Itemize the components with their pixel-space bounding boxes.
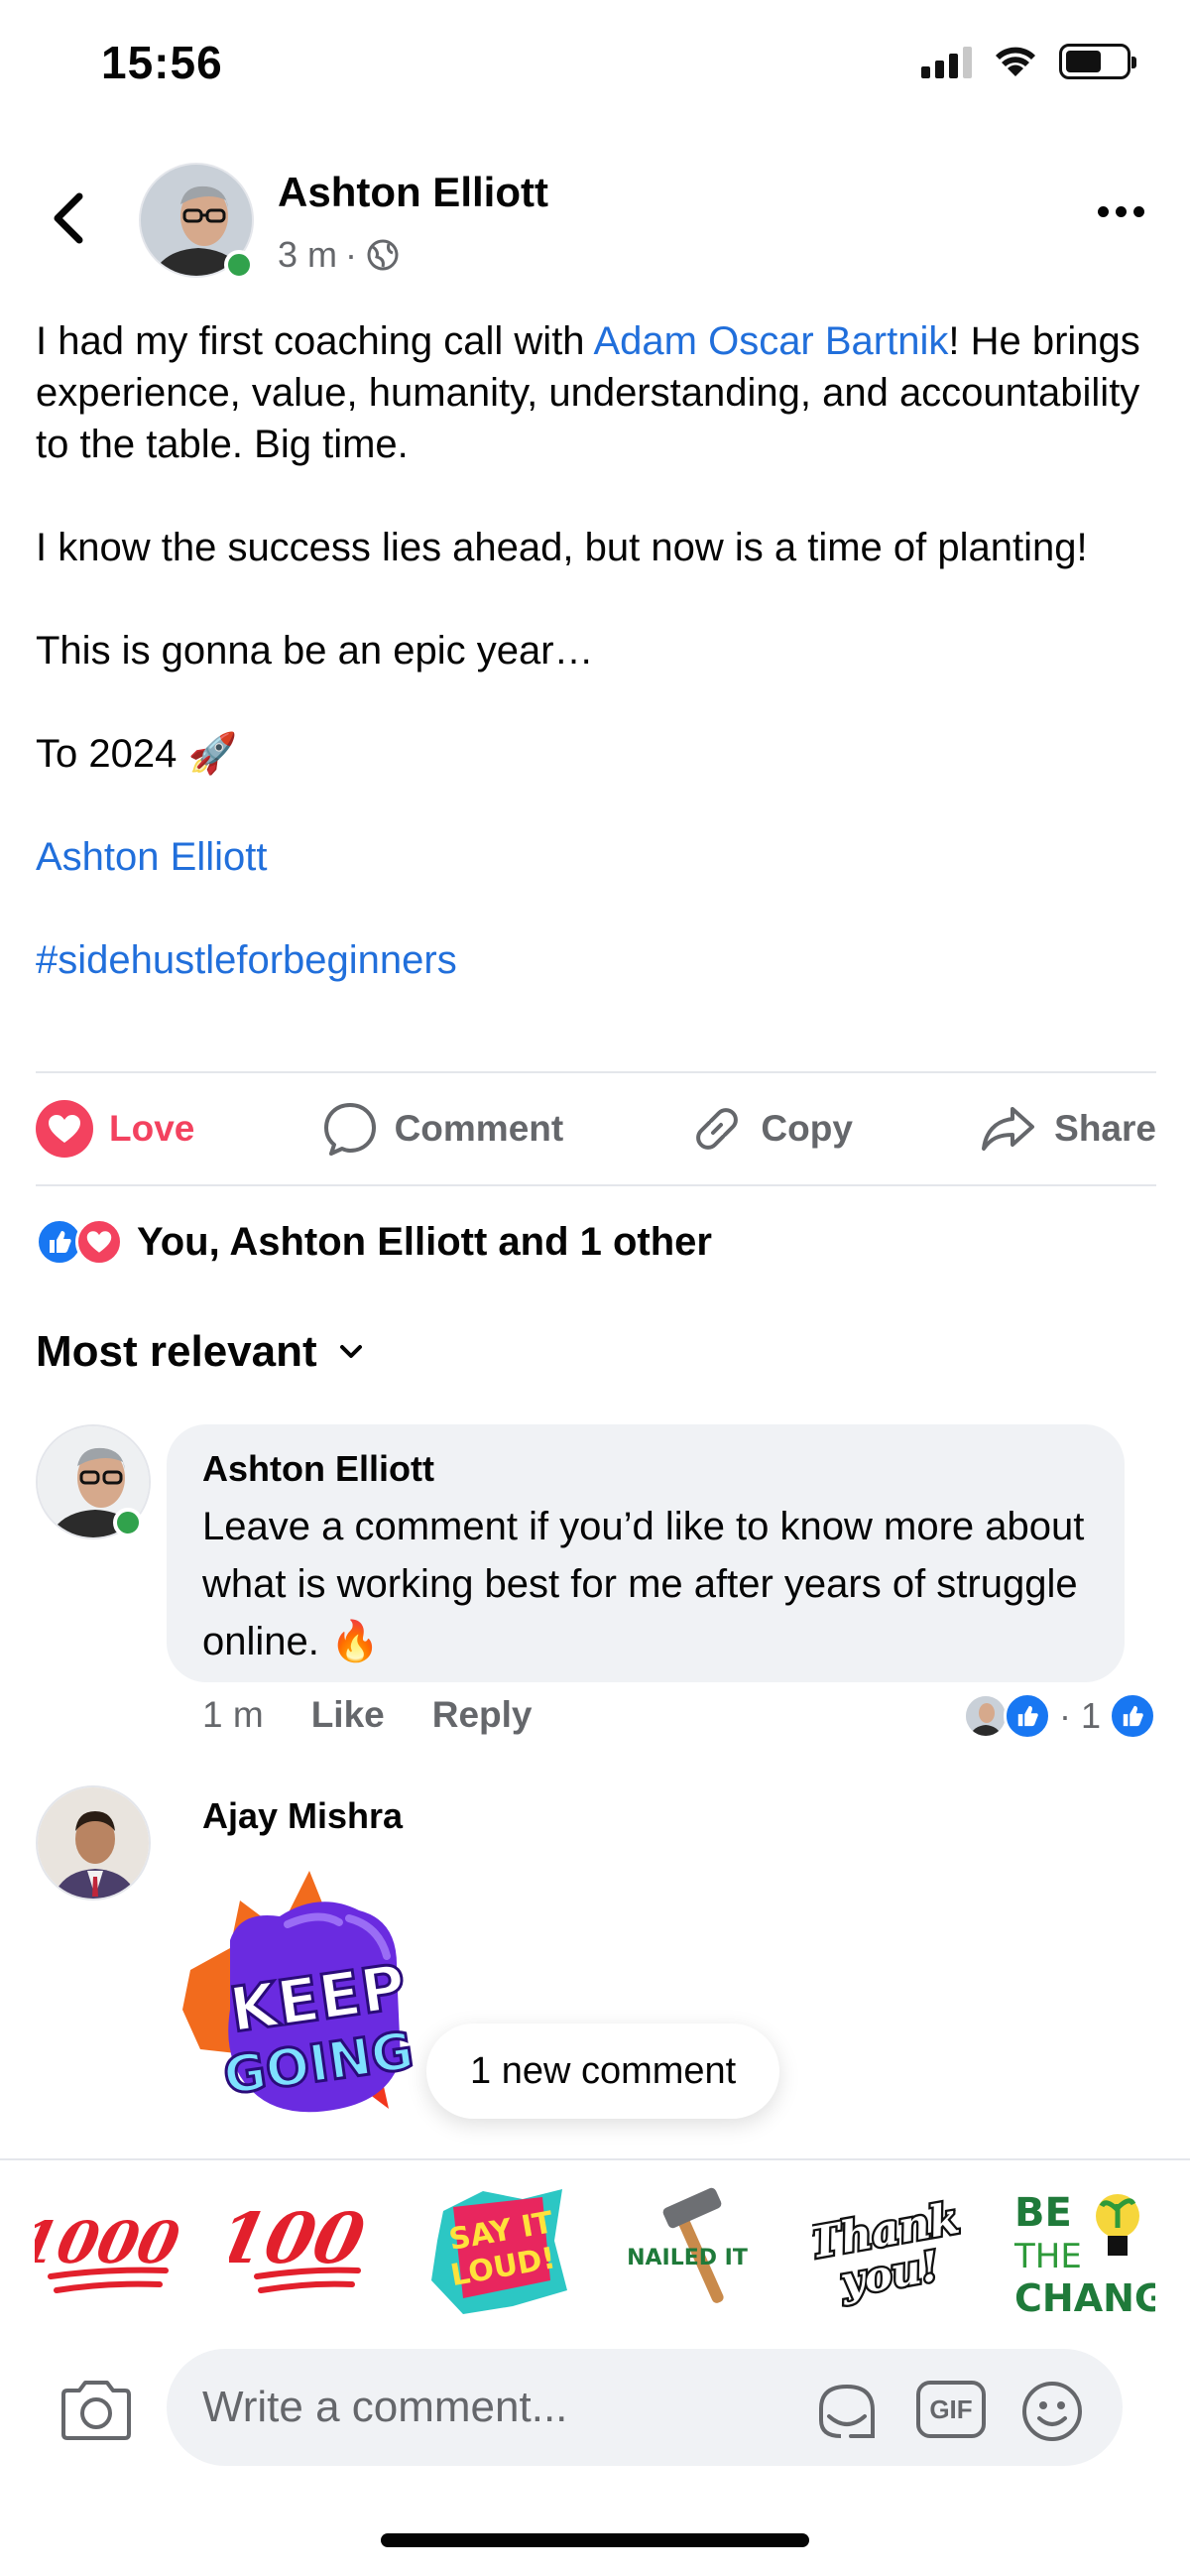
online-status-dot <box>113 1508 143 1537</box>
post-header: Ashton Elliott 3 m · <box>0 149 1190 298</box>
like-reaction-icon <box>1109 1692 1156 1740</box>
sticker-say-it-loud[interactable]: SAY IT LOUD! <box>423 2176 572 2325</box>
sticker-text: NAILED IT <box>627 2246 748 2270</box>
post-body: I had my first coaching call with Adam O… <box>36 315 1156 1038</box>
post-paragraph-3: This is gonna be an epic year… <box>36 629 594 673</box>
avatar-sticker-icon[interactable] <box>811 2379 883 2444</box>
post-text: I had my first coaching call with <box>36 319 594 363</box>
sticker-100[interactable]: 100 <box>229 2176 378 2325</box>
home-indicator[interactable] <box>381 2533 809 2547</box>
like-reaction-icon <box>1003 1692 1051 1740</box>
sticker-be-the-change[interactable]: BE THE CHANGE <box>1007 2176 1155 2325</box>
share-label: Share <box>1054 1108 1156 1149</box>
comment-reply-button[interactable]: Reply <box>432 1694 533 1736</box>
comment-reaction-count: · 1 <box>1058 1695 1101 1736</box>
sticker-thank-you[interactable]: Thank you! <box>812 2176 961 2325</box>
emoji-icon[interactable] <box>1019 2379 1085 2444</box>
status-time: 15:56 <box>101 37 223 88</box>
copy-button[interactable]: Copy <box>689 1101 853 1157</box>
online-status-dot <box>224 250 254 280</box>
more-options-icon[interactable] <box>1098 206 1144 217</box>
love-reaction-icon <box>75 1218 123 1266</box>
battery-icon <box>1059 44 1136 79</box>
globe-icon <box>367 239 399 271</box>
post-action-bar: Love Comment Copy Share <box>36 1073 1156 1184</box>
reactions-text: You, Ashton Elliott and 1 other <box>137 1219 712 1264</box>
post-author-name[interactable]: Ashton Elliott <box>278 169 548 216</box>
comment-like-button[interactable]: Like <box>311 1694 385 1736</box>
comment-author[interactable]: Ashton Elliott <box>202 1448 1089 1490</box>
comment-time: 1 m <box>202 1694 264 1735</box>
link-icon <box>696 1108 739 1150</box>
comment-text: Leave a comment if you’d like to know mo… <box>202 1505 1085 1663</box>
status-icons <box>921 44 1136 79</box>
author-mention-link[interactable]: Ashton Elliott <box>36 831 1156 883</box>
divider <box>36 1184 1156 1186</box>
hashtag-link[interactable]: #sidehustleforbeginners <box>36 934 1156 986</box>
camera-icon[interactable] <box>58 2379 135 2442</box>
back-arrow-icon[interactable] <box>44 188 93 248</box>
love-button[interactable]: Love <box>36 1100 194 1158</box>
love-label: Love <box>109 1108 195 1149</box>
sticker-text: 1000 <box>35 2209 183 2276</box>
keep-going-sticker[interactable]: KEEP GOING <box>171 1861 458 2148</box>
comment-label: Comment <box>394 1108 564 1149</box>
gif-button[interactable]: GIF <box>916 2381 986 2438</box>
comment-reactions[interactable]: · 1 <box>965 1692 1156 1740</box>
author-avatar[interactable] <box>139 163 254 280</box>
comment-input-placeholder: Write a comment... <box>202 2383 568 2431</box>
mention-link[interactable]: Adam Oscar Bartnik <box>593 319 948 363</box>
gif-label: GIF <box>929 2393 973 2424</box>
new-comment-pill[interactable]: 1 new comment <box>426 2024 780 2119</box>
cellular-signal-icon <box>921 45 972 78</box>
comment-actions: 1 m Like Reply <box>202 1694 533 1736</box>
sticker-text: 100 <box>229 2198 372 2279</box>
comment-sort-dropdown[interactable]: Most relevant <box>36 1327 365 1377</box>
post-paragraph-4: To 2024 🚀 <box>36 732 238 776</box>
post-meta: 3 m · <box>278 234 401 276</box>
comment-author[interactable]: Ajay Mishra <box>202 1795 403 1837</box>
sticker-text: THE <box>1013 2237 1082 2276</box>
share-arrow-icon <box>982 1107 1035 1151</box>
reactions-summary[interactable]: You, Ashton Elliott and 1 other <box>36 1218 712 1266</box>
heart-icon <box>36 1100 93 1158</box>
sticker-text: CHANGE <box>1014 2276 1155 2320</box>
sticker-nailed-it[interactable]: NAILED IT <box>618 2176 767 2325</box>
chevron-down-icon <box>339 1345 362 1358</box>
meta-separator: · <box>345 234 358 275</box>
sticker-1000[interactable]: 1000 <box>35 2176 183 2325</box>
copy-label: Copy <box>761 1108 853 1149</box>
comment-icon <box>323 1103 376 1156</box>
comment-composer: Write a comment... GIF <box>0 2341 1190 2480</box>
reactor-avatar <box>965 1696 1006 1736</box>
wifi-icon <box>996 47 1035 76</box>
status-bar: 15:56 <box>0 0 1190 129</box>
post-time: 3 m <box>278 234 338 275</box>
post-paragraph-1: I had my first coaching call with Adam O… <box>36 315 1156 470</box>
sort-label: Most relevant <box>36 1327 317 1376</box>
share-button[interactable]: Share <box>979 1101 1156 1157</box>
comment-bubble[interactable]: Ashton Elliott Leave a comment if you’d … <box>167 1424 1125 1682</box>
comment-button[interactable]: Comment <box>321 1100 564 1158</box>
post-paragraph-2: I know the success lies ahead, but now i… <box>36 526 1088 569</box>
sticker-tray: 1000 100 SAY IT LOUD! NAILED IT Thank yo… <box>0 2158 1190 2341</box>
comment-avatar[interactable] <box>36 1785 151 1901</box>
sticker-text: BE <box>1014 2190 1072 2236</box>
